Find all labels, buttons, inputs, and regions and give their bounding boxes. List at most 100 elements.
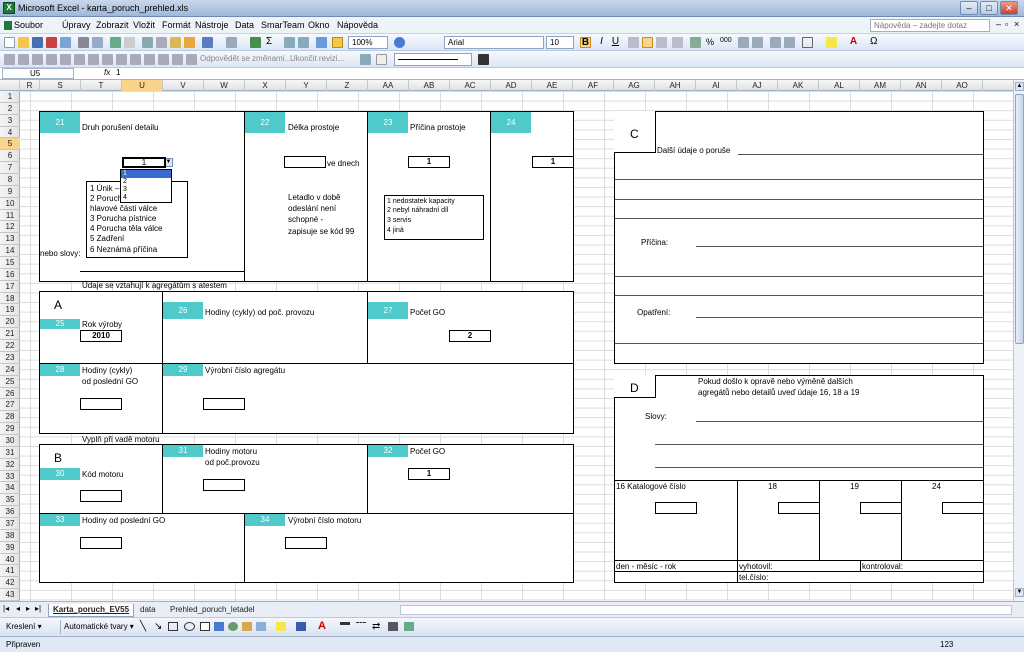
hyperlink-icon[interactable] [250,37,261,48]
maximize-button[interactable]: □ [980,1,998,15]
row-header[interactable]: 22 [0,340,20,352]
review-icon-1[interactable] [4,54,15,65]
menu-smarteam[interactable]: SmarTeam [261,20,305,30]
menu-napoveda[interactable]: Nápověda [337,20,378,30]
currency-icon[interactable] [690,37,701,48]
percent-icon[interactable]: % [706,37,717,48]
increase-decimal-icon[interactable] [738,37,749,48]
row-header[interactable]: 12 [0,221,20,234]
dropdown-option[interactable]: 3 [121,186,171,194]
line-style-select[interactable] [394,53,472,66]
col-header[interactable]: W [204,80,245,91]
col-header[interactable]: T [81,80,122,91]
merge-center-icon[interactable] [672,37,683,48]
line-style-icon[interactable] [340,622,350,631]
col-header[interactable]: Y [286,80,327,91]
autosum-icon[interactable]: Σ [266,37,277,48]
row-header[interactable]: 10 [0,198,20,210]
menu-vlozit[interactable]: Vložit [133,20,155,30]
menu-soubor[interactable]: Soubor [14,20,43,30]
row-header[interactable]: 35 [0,494,20,507]
review-icon-5[interactable] [60,54,71,65]
symbol-icon[interactable]: Ω [870,37,881,48]
review-icon-11[interactable] [144,54,155,65]
picture-icon[interactable] [256,622,266,631]
dropdown-option-selected[interactable]: 1 [121,170,171,178]
delka-input[interactable] [284,156,326,168]
fx-icon[interactable]: fx [104,68,110,77]
close-button[interactable]: ✕ [1000,1,1018,15]
underline-icon[interactable]: U [610,37,621,48]
menu-zobrazit[interactable]: Zobrazit [96,20,129,30]
select-all-corner[interactable] [0,80,20,91]
wordart-icon[interactable] [214,622,224,631]
row-header[interactable]: 25 [0,376,20,388]
row-header[interactable]: 41 [0,565,20,578]
menu-okno[interactable]: Okno [308,20,330,30]
col-header-selected[interactable]: U [122,80,163,91]
row-header[interactable]: 14 [0,245,20,258]
row-header[interactable]: 17 [0,281,20,293]
font-size-select[interactable]: 10 [546,36,574,49]
draw-border-icon[interactable] [360,54,371,65]
fill-color-draw-icon[interactable] [276,622,286,631]
save-icon[interactable] [32,37,43,48]
row-header[interactable]: 8 [0,174,20,186]
dash-style-icon[interactable] [356,622,366,631]
row-header[interactable]: 4 [0,127,20,139]
borders-icon[interactable] [802,37,813,48]
row-header[interactable]: 21 [0,328,20,341]
line-color-draw-icon[interactable] [296,622,306,631]
vyrobni-agr-input[interactable] [203,398,245,410]
line-color-icon[interactable] [478,54,489,65]
sheet-tab-active[interactable]: Karta_poruch_EV55 [48,604,135,617]
preview-icon[interactable] [92,37,103,48]
increase-indent-icon[interactable] [784,37,795,48]
menu-upravy[interactable]: Úpravy [62,20,91,30]
dropdown-option[interactable]: 4 [121,194,171,202]
col-header[interactable]: AG [614,80,655,91]
col-header[interactable]: S [40,80,81,91]
k18-input[interactable] [778,502,820,514]
col-header[interactable]: AD [491,80,532,91]
row-header[interactable]: 9 [0,186,20,198]
row-header[interactable]: 30 [0,435,20,447]
row-header[interactable]: 15 [0,257,20,269]
row-header[interactable]: 43 [0,589,20,601]
col-header[interactable]: AN [901,80,942,91]
row-header[interactable]: 34 [0,482,20,495]
review-icon-4[interactable] [46,54,57,65]
doc-icon[interactable] [4,21,12,30]
kod-motoru-input[interactable] [80,490,122,502]
col-header[interactable]: AA [368,80,409,91]
print-icon[interactable] [78,37,89,48]
permission-icon[interactable] [46,37,57,48]
k24-input[interactable] [942,502,984,514]
cut-icon[interactable] [142,37,153,48]
row-header[interactable]: 24 [0,364,20,376]
rectangle-tool-icon[interactable] [168,622,178,631]
col-header[interactable]: AB [409,80,450,91]
help-icon[interactable] [394,37,405,48]
new-icon[interactable] [4,37,15,48]
col-header[interactable]: AH [655,80,696,91]
col-header[interactable]: X [245,80,286,91]
scroll-down-icon[interactable]: ▼ [1015,588,1024,597]
row-header[interactable]: 19 [0,304,20,317]
rok-input[interactable]: 2010 [80,330,122,342]
row-header[interactable]: 18 [0,293,20,305]
paste-icon[interactable] [170,37,181,48]
line-tool-icon[interactable]: ╲ [140,621,146,632]
col-header[interactable]: AI [696,80,737,91]
italic-icon[interactable]: I [596,37,607,48]
chevron-down-icon[interactable]: ▼ [164,158,173,167]
row-header[interactable]: 28 [0,411,20,424]
hodiny-motoru-input[interactable] [203,479,245,491]
help-search-input[interactable]: Nápověda – zadejte dotaz [870,19,990,32]
doc-close-icon[interactable]: × [1014,19,1019,29]
hodiny-go-input[interactable] [80,398,122,410]
autoshapes-button[interactable]: Automatické tvary ▾ [64,622,134,631]
tab-nav-first-icon[interactable]: |◂ [3,604,9,613]
col-header[interactable]: AC [450,80,491,91]
row-header[interactable]: 23 [0,352,20,364]
